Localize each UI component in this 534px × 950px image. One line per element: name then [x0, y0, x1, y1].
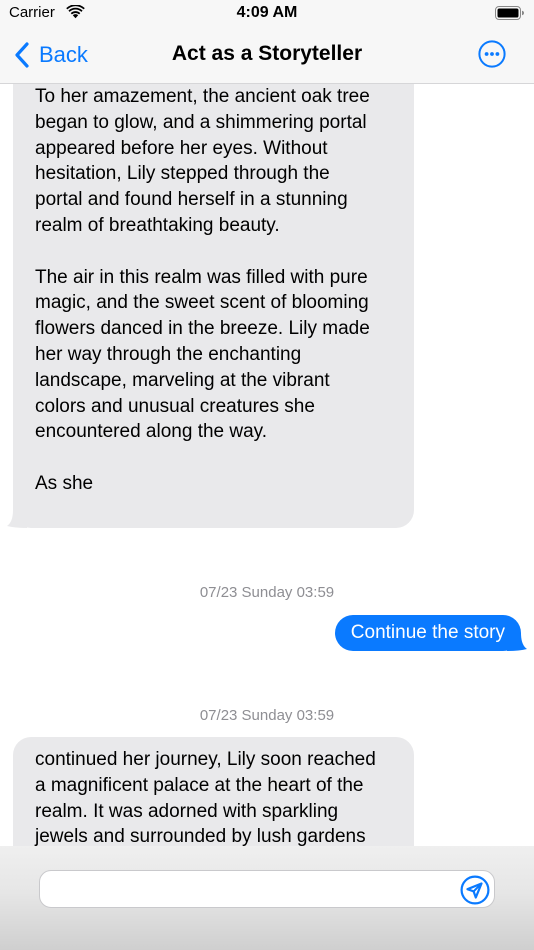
status-bar: Carrier 4:09 AM — [0, 0, 534, 28]
send-icon[interactable] — [460, 875, 490, 905]
ellipsis-circle-icon[interactable] — [478, 40, 506, 68]
bubble-tail — [507, 633, 527, 651]
assistant-message-bubble: To her amazement, the ancient oak tree b… — [7, 84, 414, 528]
message-paragraph: To her amazement, the ancient oak tree b… — [35, 86, 370, 236]
navigation-bar: Back Act as a Storyteller — [0, 28, 534, 84]
status-time: 4:09 AM — [236, 4, 298, 21]
bubble-tail — [7, 510, 27, 528]
message-list[interactable]: To her amazement, the ancient oak tree b… — [0, 84, 534, 846]
page-title: Act as a Storyteller — [171, 42, 363, 65]
assistant-message-bubble: continued her journey, Lily soon reached… — [13, 737, 414, 846]
message-text: Continue the story — [350, 622, 505, 643]
message-text: To her amazement, the ancient oak tree b… — [35, 84, 404, 497]
message-timestamp: 07/23 Sunday 03:59 — [199, 584, 335, 601]
message-input[interactable] — [39, 870, 495, 908]
message-paragraph: As she — [35, 472, 94, 494]
user-message-bubble: Continue the story — [334, 615, 527, 651]
message-timestamp: 07/23 Sunday 03:59 — [199, 707, 335, 724]
chat-screen: Carrier 4:09 AM Back Act as a Storytelle… — [0, 0, 534, 950]
input-bar — [0, 846, 534, 950]
battery-icon — [495, 6, 524, 20]
message-text: continued her journey, Lily soon reached… — [35, 749, 376, 846]
message-paragraph: The air in this realm was filled with pu… — [35, 266, 370, 443]
